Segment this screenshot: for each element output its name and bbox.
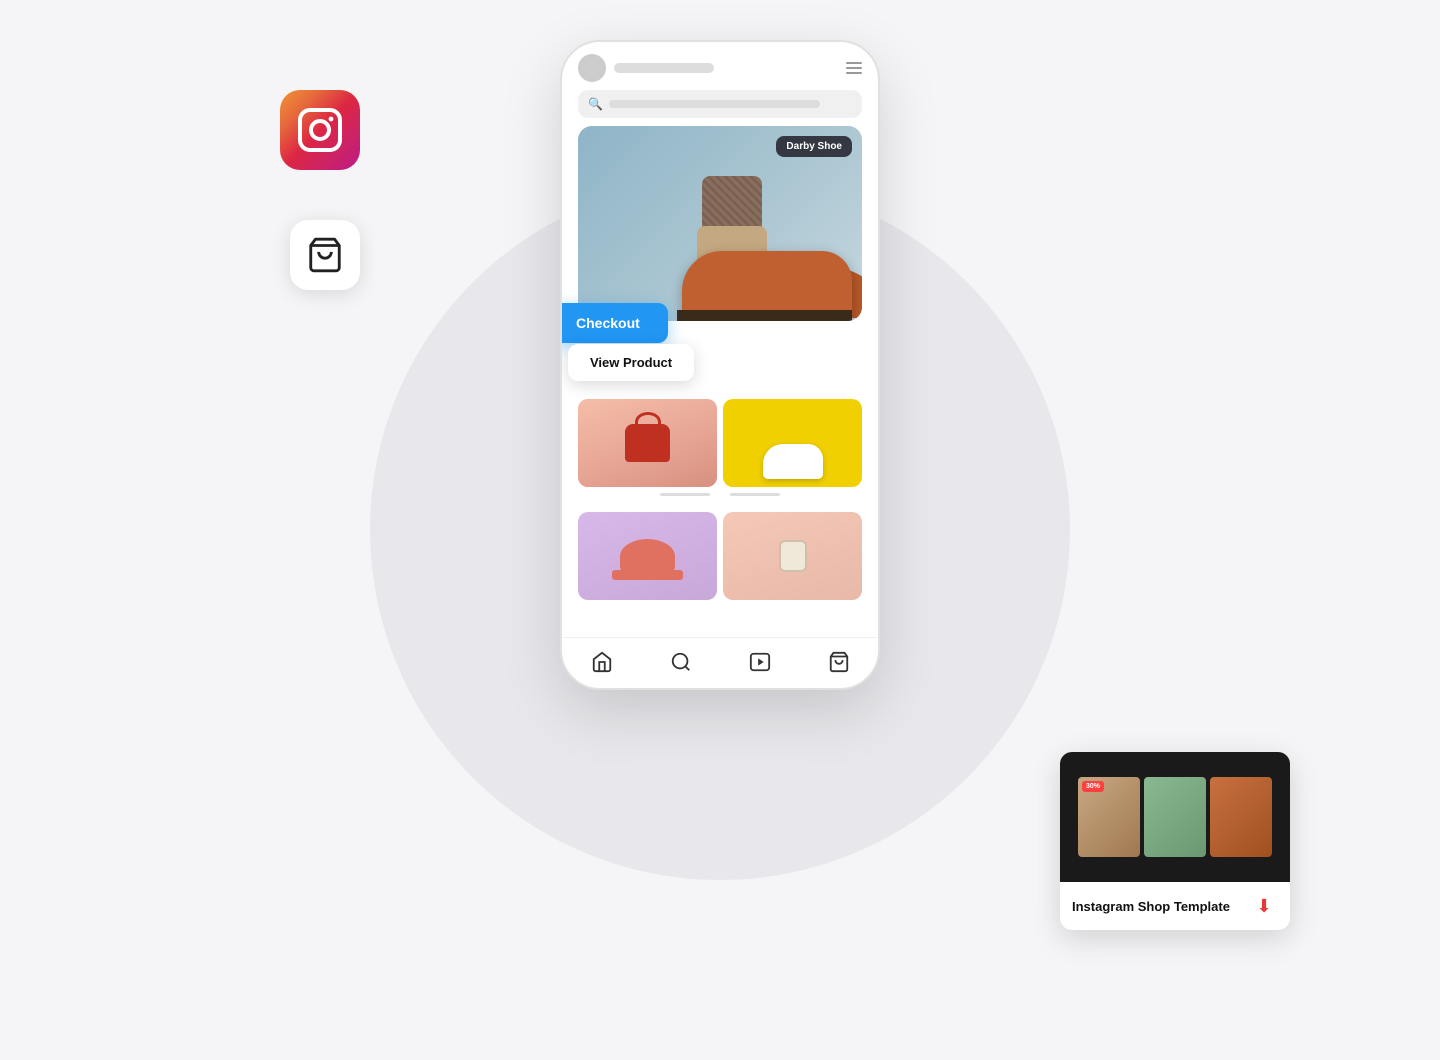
view-product-button[interactable]: View Product [568, 344, 694, 381]
template-card-preview: 30% [1060, 752, 1290, 882]
phone-top-bar [562, 42, 878, 90]
template-card-footer: Instagram Shop Template ⬇ [1060, 882, 1290, 930]
sneaker-shape [763, 444, 823, 479]
phone-hero-image: Darby Shoe Checkout View Product [578, 126, 862, 321]
shoe-image [672, 176, 862, 321]
phone-search-bar[interactable]: 🔍 [578, 90, 862, 118]
scroll-indicators [562, 493, 878, 496]
grid-item-hat[interactable] [578, 512, 717, 600]
checkout-button[interactable]: Checkout [562, 303, 668, 343]
template-card-title: Instagram Shop Template [1072, 899, 1230, 914]
product-tag: Darby Shoe [776, 136, 852, 157]
download-button[interactable]: ⬇ [1250, 892, 1278, 920]
phone-screen: 🔍 Darby Shoe Chec [562, 42, 878, 688]
hat-product-image [578, 512, 717, 600]
product-grid [578, 399, 862, 487]
phone-bottom-nav [562, 637, 878, 688]
bag-product-image [578, 399, 717, 487]
bag-app-icon [290, 220, 360, 290]
grid-item-sneaker[interactable] [723, 399, 862, 487]
nav-shop[interactable] [825, 648, 853, 676]
nav-search[interactable] [667, 648, 695, 676]
watch-product-image [723, 512, 862, 600]
sneaker-product-image [723, 399, 862, 487]
hero-background: Darby Shoe [578, 126, 862, 321]
phone-username-bar [614, 63, 714, 73]
hat-shape [620, 539, 675, 574]
phone-avatar-row [578, 54, 714, 82]
phone-avatar [578, 54, 606, 82]
grid-item-watch[interactable] [723, 512, 862, 600]
product-grid-row2 [578, 512, 862, 600]
instagram-icon-wrapper [280, 90, 360, 170]
nav-home[interactable] [588, 648, 616, 676]
watch-shape [779, 540, 807, 572]
template-card: 30% Instagram Shop Template ⬇ [1060, 752, 1290, 930]
template-mini-1: 30% [1078, 777, 1140, 857]
grid-item-bag[interactable] [578, 399, 717, 487]
instagram-icon [280, 90, 360, 170]
search-input-placeholder [609, 100, 820, 108]
shoe-sole [677, 310, 852, 321]
template-mini-3 [1210, 777, 1272, 857]
search-icon: 🔍 [588, 97, 603, 111]
shoe-body [672, 176, 862, 321]
bag-shape [625, 424, 670, 462]
template-badge: 30% [1082, 781, 1104, 792]
download-icon: ⬇ [1256, 896, 1271, 917]
scroll-bar-left [660, 493, 710, 496]
phone-menu-icon [846, 62, 862, 74]
bag-icon-wrapper [290, 220, 360, 290]
nav-reels[interactable] [746, 648, 774, 676]
template-mini-2 [1144, 777, 1206, 857]
scroll-bar-right [730, 493, 780, 496]
phone-mockup: 🔍 Darby Shoe Chec [560, 40, 880, 690]
